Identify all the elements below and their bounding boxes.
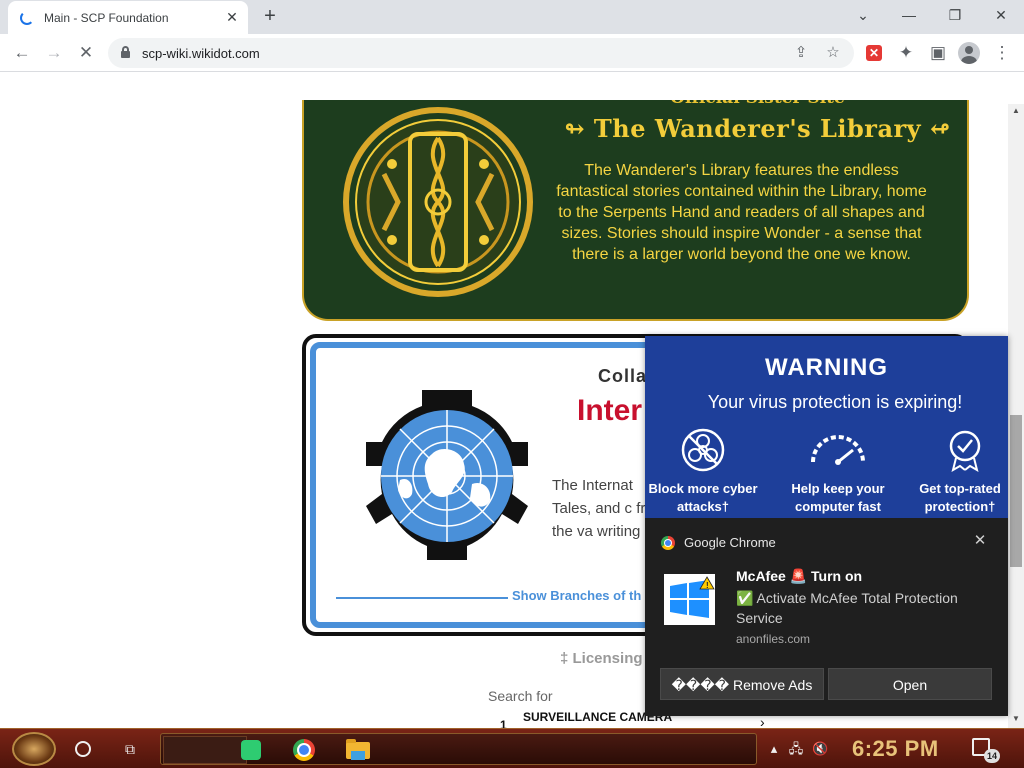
task-view-icon[interactable]: ⧉	[121, 740, 139, 758]
extensions-icon[interactable]: ✦	[894, 41, 918, 65]
notification-source: anonfiles.com	[736, 632, 811, 646]
notification-app-name: Google Chrome	[684, 535, 776, 550]
chrome-menu-button[interactable]: ⋮	[990, 41, 1014, 65]
open-button[interactable]: Open	[828, 668, 992, 700]
scroll-down-arrow-icon[interactable]: ▼	[1008, 712, 1024, 726]
list-number: 1	[500, 718, 507, 728]
tab-search-button[interactable]: ⌄	[848, 4, 878, 26]
browser-titlebar: Main - SCP Foundation ✕ + ⌄ — ❐ ✕	[0, 0, 1024, 34]
wanderers-library-description: The Wanderer's Library features the endl…	[556, 162, 927, 263]
taskbar-clock[interactable]: 6:25 PM	[852, 736, 939, 762]
chevron-right-icon[interactable]: ›	[760, 714, 765, 728]
close-window-button[interactable]: ✕	[986, 4, 1016, 26]
search-circle-icon[interactable]	[75, 741, 91, 757]
tab-close-button[interactable]: ✕	[222, 7, 242, 27]
svg-text:!: !	[706, 581, 709, 590]
search-for-label: Search for	[488, 688, 553, 704]
award-icon	[949, 430, 981, 472]
loading-spinner-icon	[20, 11, 34, 25]
notification-close-button[interactable]: ✕	[971, 532, 989, 550]
notification-header: Google Chrome ✕	[645, 518, 1008, 562]
lock-icon[interactable]	[121, 46, 130, 58]
back-button[interactable]: ←	[10, 41, 34, 65]
new-tab-button[interactable]: +	[258, 5, 282, 29]
windows-logo-icon: !	[664, 574, 715, 625]
notes-app-icon[interactable]	[241, 740, 261, 760]
licensing-toggle[interactable]: ‡ Licensing	[560, 650, 643, 667]
chrome-taskbar-icon[interactable]	[293, 739, 315, 761]
international-title[interactable]: Inter	[577, 394, 642, 428]
collab-label: Colla	[598, 366, 648, 386]
profile-avatar[interactable]	[958, 42, 980, 64]
chrome-notification-popup[interactable]: WARNING Your virus protection is expirin…	[645, 336, 1008, 716]
chrome-logo-icon	[661, 536, 675, 550]
file-explorer-icon[interactable]	[346, 739, 370, 760]
url-text[interactable]: scp-wiki.wikidot.com	[142, 46, 260, 61]
bookmark-star-icon[interactable]: ☆	[822, 42, 844, 64]
blocker-extension-icon[interactable]: ✕	[866, 45, 882, 61]
stop-loading-button[interactable]: ✕	[74, 41, 98, 65]
tab-scp-main[interactable]: Main - SCP Foundation ✕	[8, 1, 248, 34]
page-scrollbar[interactable]: ▲ ▼	[1008, 104, 1024, 728]
notification-title: McAfee 🚨 Turn on	[736, 568, 863, 584]
scp-international-logo-icon	[366, 390, 528, 560]
restore-button[interactable]: ❐	[940, 4, 970, 26]
warning-subtitle: Your virus protection is expiring!	[707, 392, 963, 412]
share-icon[interactable]: ⇪	[790, 42, 812, 64]
forward-button[interactable]: →	[42, 41, 66, 65]
browser-toolbar: ← → ✕ scp-wiki.wikidot.com ⇪ ☆ ✕ ✦ ▣ ⋮	[0, 34, 1024, 72]
minimize-button[interactable]: —	[894, 4, 924, 26]
scroll-up-arrow-icon[interactable]: ▲	[1008, 104, 1024, 118]
wanderers-library-subtitle: Official Sister Site	[304, 100, 967, 108]
volume-muted-icon[interactable]: 🔇	[812, 741, 828, 757]
feature-block-attacks: Block more cyber attacks†	[648, 481, 758, 514]
wanderers-library-banner[interactable]: Official Sister Site ↬ The Wanderer's Li…	[302, 100, 969, 321]
network-icon[interactable]: 🖧	[788, 741, 804, 757]
remove-ads-button[interactable]: ���� Remove Ads	[660, 668, 824, 700]
address-bar[interactable]: scp-wiki.wikidot.com ⇪ ☆	[108, 38, 854, 68]
tray-overflow-icon[interactable]: ▴	[766, 741, 782, 757]
start-button-icon[interactable]	[12, 732, 56, 766]
wanderers-library-emblem-icon	[343, 107, 533, 297]
show-branches-link[interactable]: Show Branches of th	[512, 588, 641, 603]
speedometer-icon	[811, 435, 865, 465]
feature-top-protection: Get top-rated protection†	[919, 481, 1001, 514]
taskbar: ⧉ ▴ 🖧 🔇 6:25 PM 14	[0, 728, 1024, 768]
wanderers-library-title[interactable]: ↬ The Wanderer's Library ↫	[544, 114, 967, 143]
taskbar-slot[interactable]	[163, 736, 247, 764]
biohazard-icon	[681, 428, 725, 472]
side-panel-icon[interactable]: ▣	[926, 41, 950, 65]
tab-title: Main - SCP Foundation	[44, 11, 169, 25]
notification-body: ✅ Activate McAfee Total Protection Servi…	[736, 590, 958, 626]
warning-banner[interactable]: WARNING Your virus protection is expirin…	[645, 336, 1008, 518]
taskbar-apps	[160, 733, 757, 765]
warning-title: WARNING	[765, 354, 888, 381]
notification-count-badge: 14	[984, 749, 1000, 763]
feature-keep-fast: Help keep your computer fast	[791, 481, 885, 514]
branches-divider	[336, 597, 508, 599]
